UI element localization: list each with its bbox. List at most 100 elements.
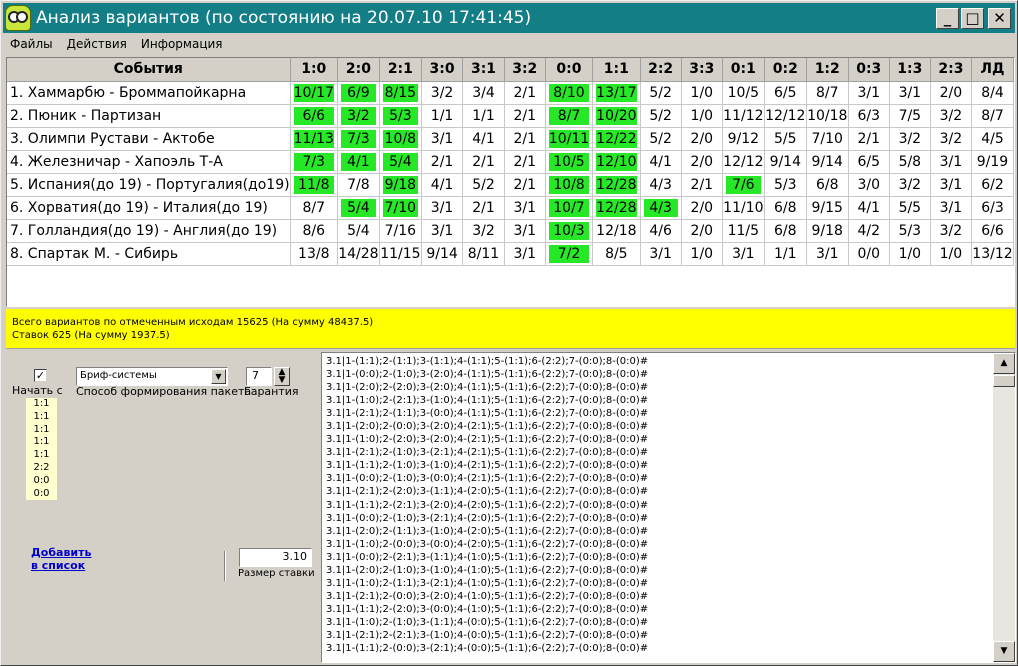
outcome-cell[interactable]: 1/0 [681, 242, 723, 266]
start-value-item[interactable]: 1:1 [26, 398, 57, 411]
selected-outcome-cell[interactable]: 8/15 [379, 81, 422, 105]
selected-outcome-cell[interactable]: 10/7 [545, 196, 594, 220]
outcome-cell[interactable]: 7/5 [889, 104, 931, 128]
outcome-cell[interactable]: 8/7 [290, 196, 338, 220]
outcome-cell[interactable]: 2/1 [504, 104, 546, 128]
event-name[interactable]: 1. Хаммарбю - Броммапойкарна [7, 81, 291, 105]
outcome-cell[interactable]: 11/5 [722, 219, 765, 243]
outcome-cell[interactable]: 6/3 [848, 104, 890, 128]
scroll-thumb[interactable] [993, 375, 1015, 387]
selected-outcome-cell[interactable]: 3/2 [337, 104, 380, 128]
outcome-cell[interactable]: 3/2 [462, 219, 505, 243]
outcome-cell[interactable]: 5/4 [337, 219, 380, 243]
event-name[interactable]: 6. Хорватия(до 19) - Италия(до 19) [7, 196, 291, 220]
title-bar[interactable]: Анализ вариантов (по состоянию на 20.07.… [3, 3, 1015, 33]
outcome-cell[interactable]: 4/2 [848, 219, 890, 243]
outcome-cell[interactable]: 14/28 [337, 242, 380, 266]
event-name[interactable]: 7. Голландия(до 19) - Англия(до 19) [7, 219, 291, 243]
table-row[interactable]: 6. Хорватия(до 19) - Италия(до 19) 8/7 5/4… [7, 196, 1015, 220]
outcome-cell[interactable]: 2/1 [421, 150, 464, 174]
outcome-cell[interactable]: 4/1 [421, 173, 464, 197]
header-outcome[interactable]: 1:3 [889, 58, 931, 82]
scroll-down-icon[interactable]: ▼ [993, 641, 1015, 662]
selected-outcome-cell[interactable]: 8/7 [545, 104, 594, 128]
event-name[interactable]: 8. Спартак М. - Сибирь [7, 242, 291, 266]
event-name[interactable]: 2. Пюник - Партизан [7, 104, 291, 128]
outcome-cell[interactable]: 5/3 [889, 219, 931, 243]
outcome-cell[interactable]: 13/8 [290, 242, 338, 266]
table-row[interactable]: 8. Спартак М. - Сибирь 13/8 14/28 11/15 9/14… [7, 242, 1015, 266]
outcome-cell[interactable]: 1/1 [462, 104, 505, 128]
outcome-cell[interactable]: 3/2 [889, 127, 931, 151]
outcome-cell[interactable]: 12/12 [722, 150, 765, 174]
menu-files[interactable]: Файлы [3, 37, 60, 51]
outcome-cell[interactable]: 6/8 [806, 173, 849, 197]
header-outcome[interactable]: 1:1 [592, 58, 641, 82]
outcome-cell[interactable]: 3/1 [930, 150, 972, 174]
selected-outcome-cell[interactable]: 5/4 [379, 150, 422, 174]
header-outcome[interactable]: 0:1 [722, 58, 765, 82]
header-outcome[interactable]: 3:1 [462, 58, 505, 82]
selected-outcome-cell[interactable]: 12/10 [592, 150, 641, 174]
outcome-cell[interactable]: 7/16 [379, 219, 422, 243]
outcome-cell[interactable]: 2/1 [681, 173, 723, 197]
outcome-cell[interactable]: 6/6 [971, 219, 1015, 243]
header-outcome[interactable]: 3:3 [681, 58, 723, 82]
outcome-cell[interactable]: 8/4 [971, 81, 1015, 105]
outcome-cell[interactable]: 6/2 [971, 173, 1015, 197]
selected-outcome-cell[interactable]: 12/28 [592, 196, 641, 220]
outcome-cell[interactable]: 1/0 [930, 242, 972, 266]
outcome-cell[interactable]: 4/3 [640, 173, 682, 197]
outcome-cell[interactable]: 6/3 [971, 196, 1015, 220]
header-outcome[interactable]: 2:3 [930, 58, 972, 82]
outcome-cell[interactable]: 7/8 [337, 173, 380, 197]
outcome-cell[interactable]: 11/15 [379, 242, 422, 266]
outcome-cell[interactable]: 3/1 [930, 196, 972, 220]
outcome-cell[interactable]: 4/1 [462, 127, 505, 151]
outcome-cell[interactable]: 5/8 [889, 150, 931, 174]
start-value-item[interactable]: 1:1 [26, 449, 57, 462]
stake-input[interactable]: 3.10 [239, 548, 312, 567]
outcome-cell[interactable]: 5/2 [640, 81, 682, 105]
header-outcome[interactable]: 0:0 [545, 58, 594, 82]
outcome-cell[interactable]: 3/1 [806, 242, 849, 266]
output-textarea[interactable]: 3.1|1-(1:1);2-(1:1);3-(1:1);4-(1:1);5-(1… [321, 352, 1016, 663]
outcome-cell[interactable]: 2/1 [504, 173, 546, 197]
outcome-cell[interactable]: 3/1 [930, 173, 972, 197]
outcome-cell[interactable]: 1/0 [889, 242, 931, 266]
outcome-cell[interactable]: 7/10 [806, 127, 849, 151]
maximize-button[interactable]: □ [961, 7, 984, 29]
start-checkbox[interactable]: ✓ [34, 369, 47, 382]
outcome-cell[interactable]: 2/0 [681, 127, 723, 151]
start-value-item[interactable]: 0:0 [26, 488, 57, 501]
outcome-cell[interactable]: 2/1 [848, 127, 890, 151]
outcome-cell[interactable]: 3/2 [889, 173, 931, 197]
table-row[interactable]: 7. Голландия(до 19) - Англия(до 19) 8/6 5/… [7, 219, 1015, 243]
outcome-cell[interactable]: 6/5 [848, 150, 890, 174]
header-outcome[interactable]: 1:0 [290, 58, 338, 82]
outcome-cell[interactable]: 3/1 [421, 127, 464, 151]
add-to-list-link[interactable]: Добавить в список [31, 546, 91, 572]
header-outcome[interactable]: 3:2 [504, 58, 546, 82]
selected-outcome-cell[interactable]: 11/13 [290, 127, 338, 151]
start-value-item[interactable]: 1:1 [26, 424, 57, 437]
outcome-cell[interactable]: 3/1 [504, 242, 546, 266]
selected-outcome-cell[interactable]: 12/28 [592, 173, 641, 197]
outcome-cell[interactable]: 11/12 [722, 104, 765, 128]
outcome-cell[interactable]: 0/0 [848, 242, 890, 266]
outcome-cell[interactable]: 3/1 [722, 242, 765, 266]
outcome-cell[interactable]: 1/1 [421, 104, 464, 128]
selected-outcome-cell[interactable]: 7/3 [337, 127, 380, 151]
outcome-cell[interactable]: 5/2 [640, 104, 682, 128]
outcome-cell[interactable]: 2/1 [504, 127, 546, 151]
table-row[interactable]: 4. Железничар - Хапоэль Т-А 7/3 4/1 5/4 2/1 2… [7, 150, 1015, 174]
selected-outcome-cell[interactable]: 13/17 [592, 81, 641, 105]
outcome-cell[interactable]: 4/6 [640, 219, 682, 243]
outcome-cell[interactable]: 9/14 [764, 150, 807, 174]
table-row[interactable]: 5. Испания(до 19) - Португалия(до19) 11/8… [7, 173, 1015, 197]
start-value-item[interactable]: 0:0 [26, 475, 57, 488]
outcome-cell[interactable]: 5/3 [764, 173, 807, 197]
start-value-item[interactable]: 2:2 [26, 462, 57, 475]
outcome-cell[interactable]: 2/0 [930, 81, 972, 105]
scroll-up-icon[interactable]: ▲ [993, 353, 1015, 374]
